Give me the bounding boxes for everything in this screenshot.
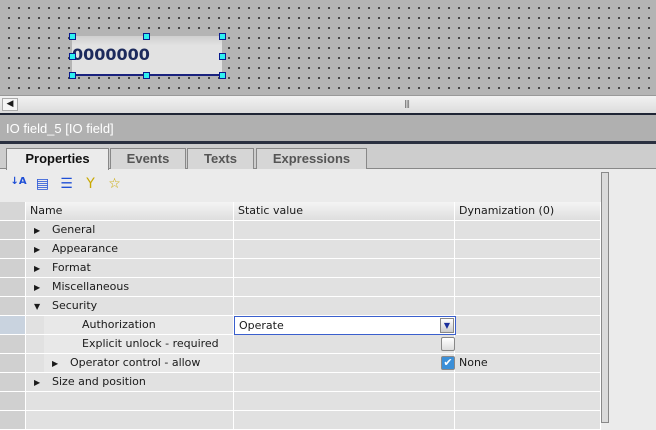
- table-row[interactable]: ▶ Format: [0, 259, 601, 278]
- resize-handle[interactable]: [69, 53, 76, 60]
- authorization-dropdown[interactable]: Operate ▼: [234, 316, 456, 335]
- property-name: Operator control - allow: [70, 356, 201, 369]
- filter-icon[interactable]: Y: [82, 176, 99, 194]
- resize-handle[interactable]: [69, 33, 76, 40]
- table-row[interactable]: Authorization Operate ▼: [0, 316, 601, 335]
- resize-handle[interactable]: [143, 33, 150, 40]
- table-row[interactable]: Explicit unlock - required: [0, 335, 601, 354]
- property-name: General: [52, 223, 96, 236]
- table-row[interactable]: [0, 392, 601, 411]
- tab-events[interactable]: Events: [110, 148, 186, 169]
- table-row[interactable]: ▶ Operator control - allow None ✔: [0, 354, 601, 373]
- property-name: Authorization: [82, 318, 156, 331]
- checkbox[interactable]: [441, 337, 455, 351]
- resize-handle[interactable]: [143, 72, 150, 79]
- tab-bar: Properties Events Texts Expressions: [0, 144, 656, 170]
- expander-icon[interactable]: ▶: [34, 241, 46, 259]
- table-row[interactable]: ▶ Miscellaneous: [0, 278, 601, 297]
- expander-icon[interactable]: ▶: [34, 279, 46, 297]
- resize-handle[interactable]: [219, 33, 226, 40]
- screen-canvas[interactable]: 0000000: [0, 0, 656, 95]
- column-dynamization[interactable]: Dynamization (0): [455, 202, 601, 220]
- resize-handle[interactable]: [219, 72, 226, 79]
- inspector-title: IO field_5 [IO field]: [0, 115, 656, 141]
- toolbar: ↓A ▤ ☰ Y ☆: [10, 176, 123, 194]
- property-name: Size and position: [52, 375, 146, 388]
- property-name: Miscellaneous: [52, 280, 130, 293]
- favorites-icon[interactable]: ☆: [106, 176, 123, 194]
- property-name: Explicit unlock - required: [82, 337, 219, 350]
- tab-texts[interactable]: Texts: [187, 148, 254, 169]
- property-name: Format: [52, 261, 91, 274]
- table-row[interactable]: ▶ Size and position: [0, 373, 601, 392]
- expander-icon[interactable]: ▶: [34, 374, 46, 392]
- table-header: Name Static value Dynamization (0): [0, 202, 601, 221]
- expander-icon[interactable]: ▼: [34, 298, 46, 316]
- table-row[interactable]: [0, 411, 601, 430]
- list-icon[interactable]: ☰: [58, 176, 75, 194]
- property-name: Security: [52, 299, 98, 312]
- table-row[interactable]: ▶ General: [0, 221, 601, 240]
- categories-icon[interactable]: ▤: [34, 176, 51, 194]
- resize-handle[interactable]: [69, 72, 76, 79]
- expander-icon[interactable]: ▶: [52, 355, 64, 373]
- dynamization-value: None: [459, 356, 488, 369]
- tab-properties[interactable]: Properties: [6, 148, 109, 170]
- sort-az-icon[interactable]: ↓A: [10, 176, 27, 194]
- resize-handle[interactable]: [219, 53, 226, 60]
- property-name: Appearance: [52, 242, 119, 255]
- column-static-value[interactable]: Static value: [234, 202, 455, 220]
- table-row[interactable]: ▶ Appearance: [0, 240, 601, 259]
- horizontal-scrollbar[interactable]: ◀ |||: [0, 95, 656, 113]
- chevron-down-icon[interactable]: ▼: [440, 318, 454, 333]
- io-field-element[interactable]: 0000000: [72, 36, 222, 76]
- vertical-scrollbar[interactable]: [601, 172, 609, 423]
- table-row[interactable]: ▼ Security: [0, 297, 601, 316]
- expander-icon[interactable]: ▶: [34, 260, 46, 278]
- checkbox[interactable]: ✔: [441, 356, 455, 370]
- expander-icon[interactable]: ▶: [34, 222, 46, 240]
- scroll-left-button[interactable]: ◀: [2, 98, 18, 111]
- tab-expressions[interactable]: Expressions: [256, 148, 367, 169]
- column-name[interactable]: Name: [26, 202, 234, 220]
- scroll-grip-icon[interactable]: |||: [404, 99, 410, 108]
